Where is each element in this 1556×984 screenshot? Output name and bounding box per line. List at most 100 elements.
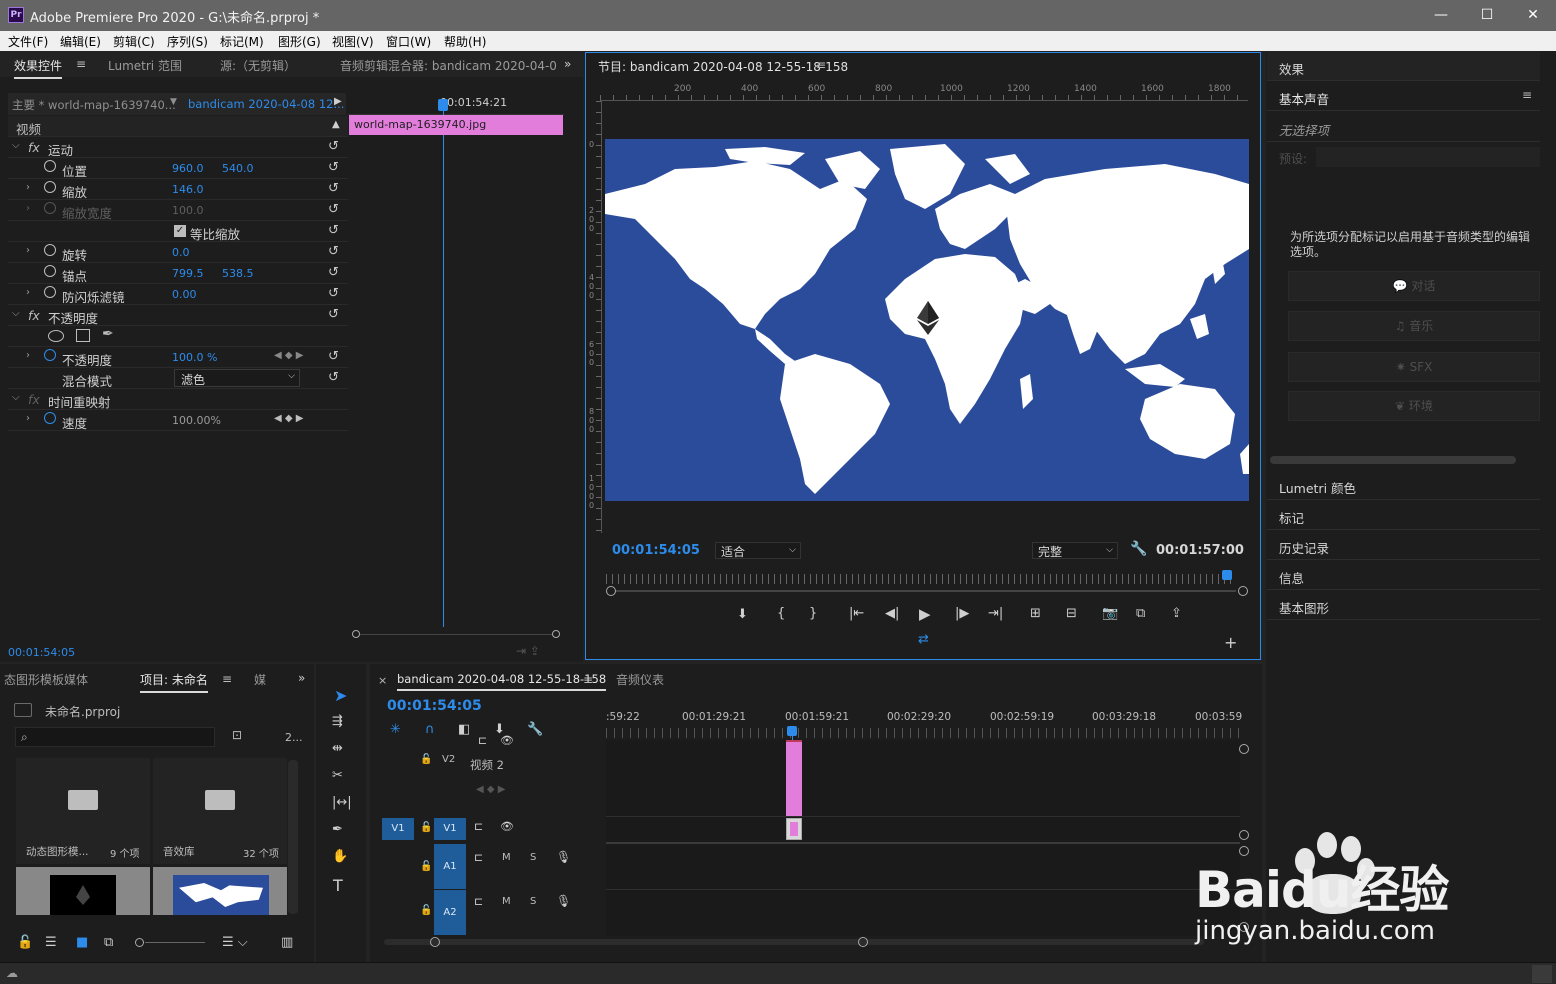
lift-icon[interactable]: ⊞ xyxy=(1030,606,1041,621)
motion-row[interactable]: ⌵ fx 运动 ↺ xyxy=(8,137,348,158)
extract-icon[interactable]: ⊟ xyxy=(1066,606,1077,621)
stopwatch-icon[interactable] xyxy=(44,160,56,172)
scroll-up-icon[interactable]: ▲ xyxy=(332,119,340,130)
track-target-v1[interactable]: V1 xyxy=(434,818,466,840)
stopwatch-active-icon[interactable] xyxy=(44,349,56,361)
lock-icon[interactable]: 🔓 xyxy=(420,822,432,833)
hand-tool-icon[interactable]: ✋ xyxy=(332,849,348,864)
lock-icon[interactable]: 🔓 xyxy=(420,861,432,872)
anchor-x-value[interactable]: 799.5 xyxy=(172,267,204,280)
icon-view-icon[interactable]: ■ xyxy=(76,935,88,950)
history-header[interactable]: 历史记录 xyxy=(1267,530,1540,560)
stopwatch-active-icon[interactable] xyxy=(44,412,56,424)
resize-grip-icon[interactable] xyxy=(1532,965,1552,983)
fx-icon[interactable]: fx xyxy=(28,140,40,155)
overflow-chevron-icon[interactable]: » xyxy=(564,57,571,71)
pen-tool-icon[interactable]: ✒ xyxy=(332,822,343,837)
timeline-playhead[interactable] xyxy=(787,726,797,736)
close-tab-icon[interactable]: × xyxy=(378,674,387,687)
v1-clip[interactable] xyxy=(786,818,802,840)
preset-select[interactable] xyxy=(1316,147,1540,167)
eye-icon[interactable]: 👁 xyxy=(500,734,514,747)
expand-icon[interactable]: › xyxy=(26,350,30,361)
scale-value[interactable]: 146.0 xyxy=(172,183,204,196)
rotation-value[interactable]: 0.0 xyxy=(172,246,190,259)
export-icon[interactable]: ⇥ ⇪ xyxy=(516,644,540,658)
program-current-time[interactable]: 00:01:54:05 xyxy=(612,543,700,558)
solo-button[interactable]: S xyxy=(530,852,536,863)
lock-icon[interactable]: 🔓 xyxy=(420,905,432,916)
button-editor-plus-icon[interactable]: + xyxy=(1224,633,1237,652)
uniform-scale-checkbox[interactable]: ✓ xyxy=(174,225,186,237)
add-marker-icon[interactable]: ⬇ xyxy=(737,607,748,622)
reset-icon[interactable]: ↺ xyxy=(328,265,339,280)
reset-icon[interactable]: ↺ xyxy=(328,181,339,196)
panel-menu-icon[interactable]: ≡ xyxy=(583,673,593,687)
chevron-down-icon[interactable]: ▼ xyxy=(170,97,177,107)
lock-icon[interactable]: 🔓 xyxy=(17,935,33,950)
pen-mask-icon[interactable]: ✒ xyxy=(102,326,114,342)
razor-tool-icon[interactable]: ✂ xyxy=(332,768,343,783)
project-search-input[interactable]: ⌕ xyxy=(15,727,215,747)
timeline-timecode[interactable]: 00:01:54:05 xyxy=(387,698,482,714)
project-scrollbar[interactable] xyxy=(288,760,298,914)
markers-header[interactable]: 标记 xyxy=(1267,500,1540,530)
tab-sequence[interactable]: bandicam 2020-04-08 12-55-18-158 xyxy=(397,672,607,691)
effect-mini-ruler[interactable]: 00:01:54:21 xyxy=(348,93,564,115)
step-forward-icon[interactable]: |▶ xyxy=(955,606,969,621)
bin-item[interactable]: 音效库 32 个项 xyxy=(153,758,287,864)
essential-sound-header[interactable]: 基本声音 xyxy=(1267,81,1540,111)
track-area[interactable] xyxy=(606,740,1240,936)
collapse-icon[interactable]: ⌵ xyxy=(12,392,20,403)
program-playhead[interactable] xyxy=(1222,570,1232,580)
sfx-button[interactable]: ✷ SFX xyxy=(1288,352,1540,382)
eye-icon[interactable]: 👁 xyxy=(500,820,514,833)
menu-file[interactable]: 文件(F) xyxy=(8,33,48,50)
thumbnail-size-slider[interactable] xyxy=(135,937,205,947)
linked-selection-icon[interactable]: ◧ xyxy=(458,722,470,737)
timeline-settings-icon[interactable]: 🔧 xyxy=(527,722,543,737)
track-target-a1[interactable]: A1 xyxy=(434,844,466,889)
new-bin-search-icon[interactable]: ⊡ xyxy=(232,728,242,742)
expand-icon[interactable]: › xyxy=(26,245,30,256)
play-icon[interactable]: ▶ xyxy=(919,605,931,623)
wrench-settings-icon[interactable]: 🔧 xyxy=(1130,541,1147,557)
track-target-a2[interactable]: A2 xyxy=(434,890,466,935)
automate-sequence-icon[interactable]: ▥ xyxy=(281,935,293,950)
toggle-sync-icon[interactable]: ⊏ xyxy=(474,895,483,908)
panel-menu-icon[interactable]: ≡ xyxy=(1522,88,1532,102)
timeline-horizontal-scrollbar[interactable] xyxy=(384,937,1234,947)
proxy-toggle-icon[interactable]: ⇄ xyxy=(918,632,929,647)
info-header[interactable]: 信息 xyxy=(1267,560,1540,590)
solo-button[interactable]: S xyxy=(530,896,536,907)
expand-icon[interactable]: › xyxy=(26,182,30,193)
speed-value[interactable]: 100.00% xyxy=(172,414,221,427)
tab-source[interactable]: 源:（无剪辑） xyxy=(220,57,296,74)
position-x-value[interactable]: 960.0 xyxy=(172,162,204,175)
share-icon[interactable]: ⇪ xyxy=(1171,606,1182,621)
reset-icon[interactable]: ↺ xyxy=(328,370,339,385)
reset-icon[interactable]: ↺ xyxy=(328,244,339,259)
panel-menu-icon[interactable]: ≡ xyxy=(76,57,86,71)
tab-effect-controls[interactable]: 效果控件 xyxy=(14,57,63,79)
step-back-icon[interactable]: ◀| xyxy=(885,606,899,621)
position-y-value[interactable]: 540.0 xyxy=(222,162,254,175)
go-to-out-icon[interactable]: ⇥| xyxy=(988,606,1003,621)
play-only-icon[interactable]: ▶ xyxy=(334,96,342,107)
video-frame[interactable] xyxy=(605,139,1249,501)
master-clip-label[interactable]: 主要 * world-map-1639740... xyxy=(12,97,176,113)
clip-thumbnail-world-map[interactable] xyxy=(153,867,287,915)
keyframe-nav-icon[interactable]: ◀ ◆ ▶ xyxy=(274,413,303,424)
type-tool-icon[interactable]: T xyxy=(333,876,343,895)
menu-edit[interactable]: 编辑(E) xyxy=(60,33,101,50)
reset-icon[interactable]: ↺ xyxy=(328,286,339,301)
toggle-sync-icon[interactable]: ⊏ xyxy=(474,851,483,864)
snap-magnet-icon[interactable]: ∩ xyxy=(425,722,435,737)
expand-icon[interactable]: › xyxy=(26,413,30,424)
lock-icon[interactable]: 🔓 xyxy=(420,754,432,765)
blend-mode-select[interactable]: 滤色 ⌵ xyxy=(174,369,300,387)
fx-icon[interactable]: fx xyxy=(28,308,40,323)
flicker-value[interactable]: 0.00 xyxy=(172,288,197,301)
reset-icon[interactable]: ↺ xyxy=(328,349,339,364)
music-button[interactable]: ♫ 音乐 xyxy=(1288,311,1540,341)
